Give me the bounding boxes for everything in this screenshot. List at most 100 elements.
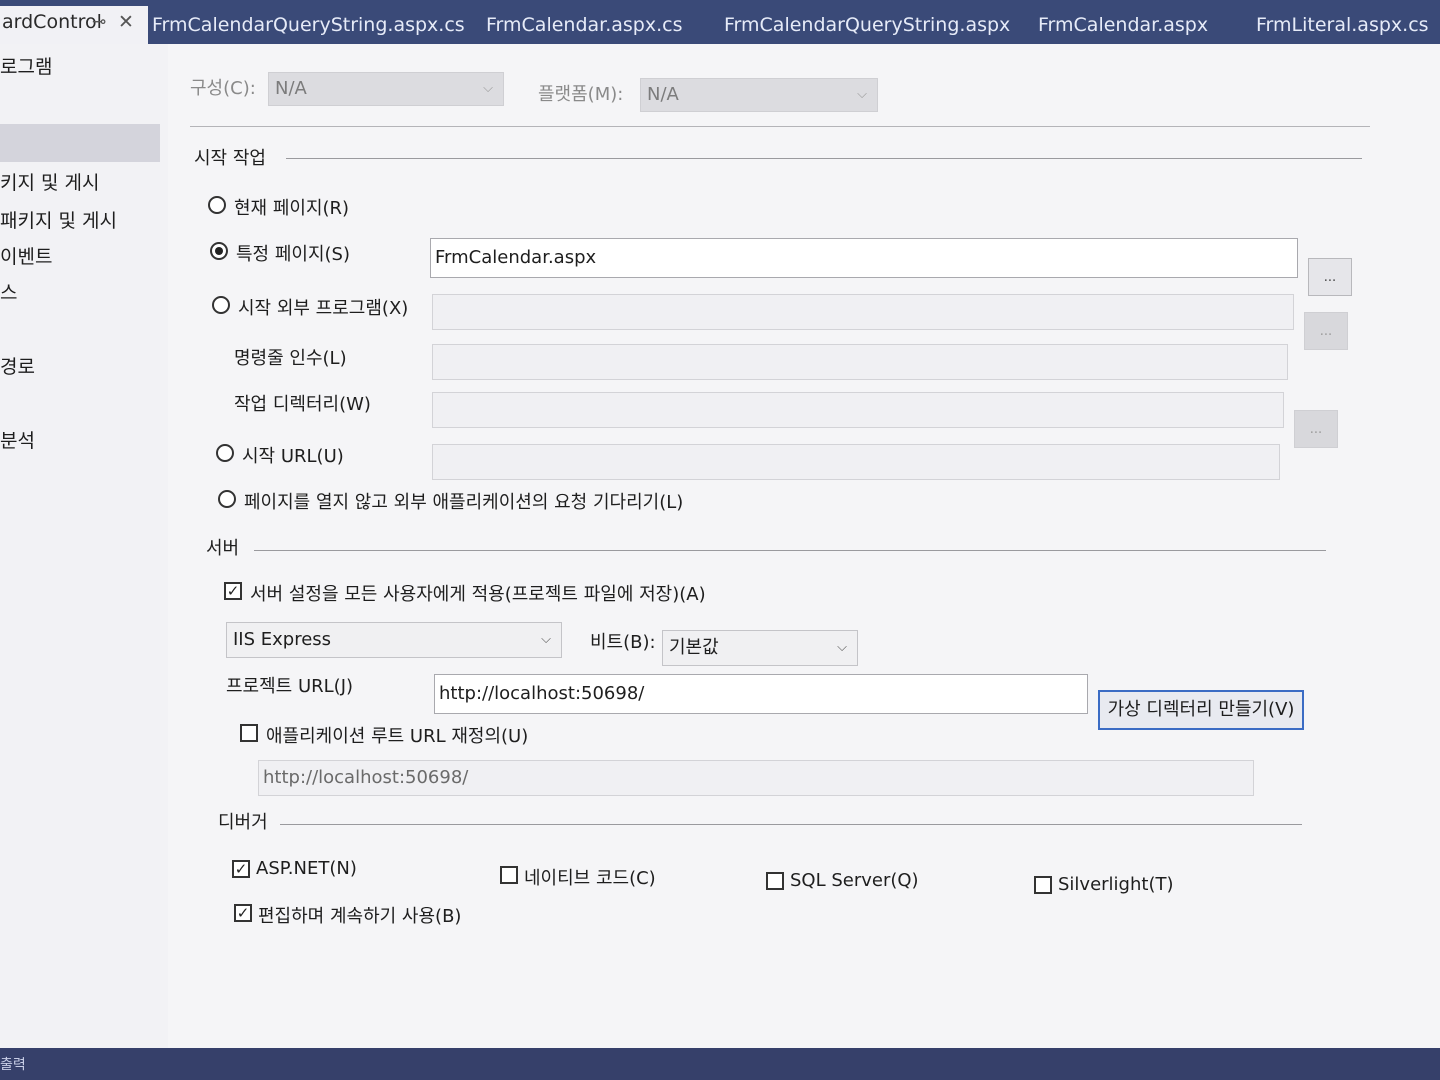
sql-server-checkbox[interactable] [766,872,784,890]
project-url-input[interactable]: http://localhost:50698/ [434,674,1088,714]
sidebar-item-label: 스 [0,282,18,304]
aspnet-checkbox[interactable]: ✓ [232,860,250,878]
start-action-title: 시작 작업 [194,148,266,169]
sidebar-item-label: 로그램 [0,56,53,78]
sidebar-item-label: 키지 및 게시 [0,172,100,194]
bitness-value: 기본값 [669,637,719,658]
edit-continue-label: 편집하며 계속하기 사용(B) [258,906,462,927]
chevron-down-icon: ⌵ [483,81,493,96]
override-root-input[interactable]: http://localhost:50698/ [258,760,1254,796]
pin-icon[interactable]: ⊸ [92,6,106,38]
wait-request-label: 페이지를 열지 않고 외부 애플리케이션의 요청 기다리기(L) [244,492,684,513]
working-dir-label: 작업 디렉터리(W) [234,394,371,415]
wait-request-radio[interactable] [218,490,236,508]
browse-page-button[interactable]: ... [1308,258,1352,296]
output-tab[interactable]: 출력 [0,1054,26,1074]
specific-page-input[interactable]: FrmCalendar.aspx [430,238,1298,278]
project-url-value: http://localhost:50698/ [439,683,645,704]
tab-label: FrmCalendar.aspx.cs [486,14,683,36]
browse-label: ... [1319,324,1333,339]
bitness-label: 비트(B): [590,632,656,653]
working-dir-input[interactable] [432,392,1284,428]
server-type-value: IIS Express [233,629,332,650]
start-url-input[interactable] [432,444,1280,480]
edit-continue-checkbox[interactable]: ✓ [234,904,252,922]
close-icon[interactable]: ✕ [118,6,134,38]
tab-label: FrmCalendar.aspx [1038,14,1209,36]
tab-label: FrmLiteral.aspx.cs [1256,14,1429,36]
sidebar-item-misc[interactable]: 스 [0,278,17,305]
native-code-label: 네이티브 코드(C) [524,868,656,889]
sidebar-item-label: 경로 [0,356,35,378]
document-tab-bar: ardControl ⊸ ✕ FrmCalendarQueryString.as… [0,0,1440,44]
specific-page-label: 특정 페이지(S) [236,244,350,265]
apply-all-checkbox[interactable]: ✓ [224,582,242,600]
tab-frmcalendar-aspx[interactable]: FrmCalendar.aspx [1038,10,1208,40]
tab-label: ardControl [2,11,102,33]
divider [190,126,1370,127]
external-program-label: 시작 외부 프로그램(X) [238,298,409,319]
sidebar-item-paths[interactable]: 경로 [0,352,35,379]
web-properties-panel: 구성(C): N/A ⌵ 플랫폼(M): N/A ⌵ 시작 작업 현재 페이지(… [168,44,1440,1052]
config-value: N/A [275,78,307,99]
section-divider [286,158,1362,159]
silverlight-label: Silverlight(T) [1058,874,1174,895]
tab-label: FrmCalendarQueryString.aspx [724,14,1011,36]
config-label: 구성(C): [190,78,256,99]
browse-label: ... [1309,422,1323,437]
sidebar-item-events[interactable]: 이벤트 [0,242,52,269]
external-program-input[interactable] [432,294,1294,330]
specific-page-radio[interactable] [210,242,228,260]
config-select[interactable]: N/A ⌵ [268,72,504,106]
server-title: 서버 [206,538,240,559]
override-root-label: 애플리케이션 루트 URL 재정의(U) [266,726,529,747]
tab-frmcalendar-aspx-cs[interactable]: FrmCalendar.aspx.cs [486,10,683,40]
current-page-radio[interactable] [208,196,226,214]
apply-all-label: 서버 설정을 모든 사용자에게 적용(프로젝트 파일에 저장)(A) [250,584,706,605]
create-virtual-directory-button[interactable]: 가상 디렉터리 만들기(V) [1098,690,1304,730]
browse-dir-button[interactable]: ... [1294,410,1338,448]
chevron-down-icon: ⌵ [857,87,867,102]
tab-ardcontrol[interactable]: ardControl ⊸ ✕ [0,6,148,44]
project-url-label: 프로젝트 URL(J) [226,676,354,697]
override-root-checkbox[interactable] [240,724,258,742]
tab-label: FrmCalendarQueryString.aspx.cs [152,14,465,36]
sidebar-item-analysis[interactable]: 분석 [0,426,35,453]
section-divider [254,550,1326,551]
native-code-checkbox[interactable] [500,866,518,884]
section-divider [280,824,1302,825]
current-page-label: 현재 페이지(R) [234,198,350,219]
command-args-label: 명령줄 인수(L) [234,348,347,369]
platform-select[interactable]: N/A ⌵ [640,78,878,112]
sidebar-item-program[interactable]: 로그램 [0,52,52,79]
browse-program-button[interactable]: ... [1304,312,1348,350]
specific-page-value: FrmCalendar.aspx [435,247,597,268]
sidebar-item-label: 분석 [0,430,35,452]
silverlight-checkbox[interactable] [1034,876,1052,894]
tab-frmliteral-aspx-cs[interactable]: FrmLiteral.aspx.cs [1256,10,1429,40]
browse-label: ... [1323,270,1337,285]
chevron-down-icon: ⌵ [837,640,847,655]
platform-value: N/A [647,84,679,105]
create-vdir-label: 가상 디렉터리 만들기(V) [1107,699,1295,720]
sidebar-item-label: 이벤트 [0,246,53,268]
start-url-radio[interactable] [216,444,234,462]
output-bar: 출력 [0,1048,1440,1080]
command-args-input[interactable] [432,344,1288,380]
sql-server-label: SQL Server(Q) [790,870,919,891]
override-root-value: http://localhost:50698/ [263,767,469,788]
server-type-select[interactable]: IIS Express ⌵ [226,622,562,658]
sidebar-item-package-publish[interactable]: 키지 및 게시 [0,168,99,195]
sidebar-item-web-selected[interactable] [0,124,160,162]
property-pages-nav: 로그램 키지 및 게시 패키지 및 게시 이벤트 스 경로 분석 [0,44,168,1052]
tab-frmcalendarquerystring-aspx-cs[interactable]: FrmCalendarQueryString.aspx.cs [152,10,465,40]
sidebar-item-package-publish-2[interactable]: 패키지 및 게시 [0,206,117,233]
tab-frmcalendarquerystring-aspx[interactable]: FrmCalendarQueryString.aspx [724,10,1010,40]
chevron-down-icon: ⌵ [541,632,551,647]
debugger-title: 디버거 [218,812,268,833]
bitness-select[interactable]: 기본값 ⌵ [662,630,858,666]
start-url-label: 시작 URL(U) [242,446,344,467]
platform-label: 플랫폼(M): [538,84,624,105]
sidebar-item-label: 패키지 및 게시 [0,210,117,232]
external-program-radio[interactable] [212,296,230,314]
